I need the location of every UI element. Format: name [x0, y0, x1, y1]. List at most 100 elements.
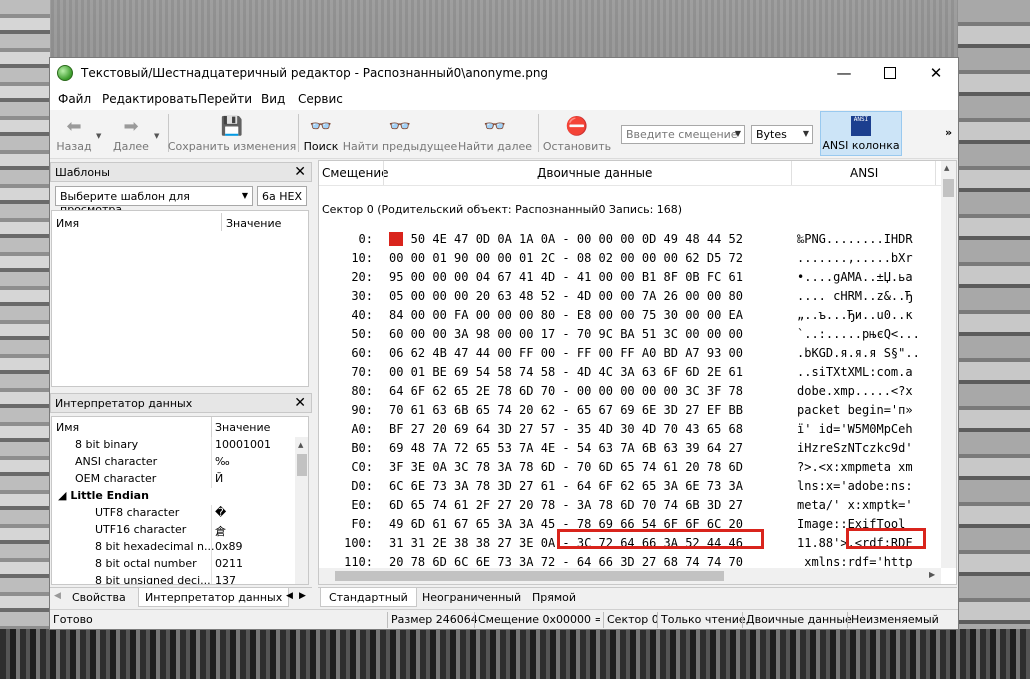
ansi-table-icon: ANSI [851, 116, 871, 136]
tab-scroll-left-icon[interactable]: ◀ [54, 591, 61, 601]
status-data-type: Двоичные данные [746, 613, 852, 626]
interpreter-row[interactable]: ANSI character ‰ [52, 454, 295, 471]
title-bar[interactable]: Текстовый/Шестнадцатеричный редактор - Р… [50, 58, 958, 88]
hex-vertical-scrollbar[interactable]: ▲ [941, 161, 956, 568]
view-mode-tabs: Стандартный Неограниченный Прямой [318, 587, 957, 608]
find-previous-button[interactable]: 👓 Найти предыдущее [343, 110, 457, 156]
status-bar: Готово Размер 246064 Смещение 0x00000 = … [50, 609, 958, 629]
collapse-icon[interactable]: ◢ [58, 489, 66, 502]
template-grid[interactable]: Имя Значение [51, 210, 309, 387]
left-panel-tabs: ◀ Свойства Интерпретатор данных ◀ ▶ [50, 587, 312, 608]
template-hex-field[interactable]: 6a HEX [257, 186, 307, 206]
save-changes-button[interactable]: 💾 Сохранить изменения [168, 110, 296, 156]
close-button[interactable]: ✕ [913, 58, 958, 88]
interpreter-row[interactable]: UTF16 character 倉 [52, 522, 295, 539]
tab-raw[interactable]: Прямой [524, 588, 584, 607]
scroll-up-icon[interactable]: ▲ [944, 164, 949, 172]
template-col-value: Значение [226, 217, 282, 230]
selected-byte[interactable]: 89 [389, 232, 404, 246]
scrollbar-thumb[interactable] [297, 454, 307, 476]
status-sector: Сектор 0 [607, 613, 659, 626]
interpreter-row[interactable]: 8 bit unsigned deci... 137 [52, 573, 295, 584]
background-tower [0, 0, 50, 679]
forward-dropdown-icon[interactable]: ▼ [154, 132, 159, 140]
sector-info: Сектор 0 (Родительский объект: Распознан… [322, 203, 683, 216]
status-ready: Готово [53, 613, 93, 626]
menu-go[interactable]: Перейти [198, 92, 252, 106]
offset-input[interactable]: Введите смещение ▼ [621, 125, 745, 144]
status-size: Размер 246064 [391, 613, 478, 626]
exiftool-bytes-highlight [557, 529, 764, 549]
templates-panel-header: Шаблоны ✕ [50, 162, 312, 182]
exiftool-text-highlight [846, 528, 926, 549]
toolbar-separator [298, 114, 299, 152]
scroll-up-icon[interactable]: ▲ [298, 441, 303, 449]
menu-edit[interactable]: Редактировать [102, 92, 198, 106]
interpreter-row[interactable]: 8 bit octal number 0211 [52, 556, 295, 573]
interpreter-row[interactable]: UTF8 character � [52, 505, 295, 522]
tab-scroll-right-icon[interactable]: ▶ [299, 591, 306, 601]
interpreter-col-name: Имя [56, 421, 80, 434]
tab-data-interpreter[interactable]: Интерпретатор данных [138, 588, 290, 607]
back-button[interactable]: ⬅ Назад [56, 110, 92, 156]
search-button[interactable]: 👓 Поиск [303, 110, 339, 156]
app-icon [57, 65, 73, 81]
maximize-icon [884, 67, 896, 79]
menu-tools[interactable]: Сервис [298, 92, 343, 106]
background-column [958, 0, 1030, 679]
tab-properties[interactable]: Свойства [66, 588, 132, 607]
stop-sign-icon: ⛔ [565, 116, 589, 137]
column-divider [211, 417, 212, 437]
interpreter-panel-header: Интерпретатор данных ✕ [50, 393, 312, 413]
interpreter-row[interactable]: 8 bit binary 10001001 [52, 437, 295, 454]
menu-file[interactable]: Файл [58, 92, 91, 106]
binoculars-down-icon: 👓 [483, 116, 507, 137]
status-read-only: Только чтение [661, 613, 746, 626]
column-divider [221, 213, 222, 231]
minimize-button[interactable]: — [821, 58, 867, 88]
interpreter-group-little-endian[interactable]: ◢ Little Endian [52, 488, 295, 505]
floppy-disk-icon: 💾 [220, 116, 244, 137]
unit-select[interactable]: Bytes ▼ [751, 125, 813, 144]
stop-button[interactable]: ⛔ Остановить [543, 110, 611, 156]
binoculars-up-icon: 👓 [388, 116, 412, 137]
find-next-button[interactable]: 👓 Найти далее [458, 110, 532, 156]
hex-editor-window: Текстовый/Шестнадцатеричный редактор - Р… [49, 57, 959, 630]
interpreter-row[interactable]: 8 bit hexadecimal n... 0x89 [52, 539, 295, 556]
ansi-column-button[interactable]: ANSI ANSI колонка [820, 111, 902, 156]
interpreter-col-value: Значение [215, 421, 271, 434]
column-binary[interactable]: Двоичные данные [537, 166, 652, 180]
column-offset[interactable]: Смещение [322, 166, 389, 180]
interpreter-scrollbar[interactable]: ▲ [295, 437, 308, 584]
tab-scroll-left-icon[interactable]: ◀ [286, 591, 293, 601]
tab-standard[interactable]: Стандартный [320, 588, 417, 607]
template-col-name: Имя [56, 217, 80, 230]
arrow-right-icon: ➡ [123, 116, 139, 137]
scrollbar-thumb[interactable] [943, 179, 954, 197]
toolbar: ⬅ Назад ▼ ➡ Далее ▼ 💾 Сохранить изменени… [50, 110, 958, 159]
tab-unlimited[interactable]: Неограниченный [414, 588, 529, 607]
column-ansi[interactable]: ANSI [850, 166, 878, 180]
hex-view[interactable]: Смещение Двоичные данные ANSI Сектор 0 (… [318, 160, 957, 585]
toolbar-separator [538, 114, 539, 152]
close-icon[interactable]: ✕ [294, 395, 306, 411]
scrollbar-thumb[interactable] [335, 571, 724, 581]
binoculars-icon: 👓 [309, 116, 333, 137]
back-dropdown-icon[interactable]: ▼ [96, 132, 101, 140]
menu-view[interactable]: Вид [261, 92, 285, 106]
template-select[interactable]: Выберите шаблон для просмотра ▼ [55, 186, 253, 216]
toolbar-overflow-button[interactable]: » [945, 126, 952, 139]
arrow-left-icon: ⬅ [66, 116, 82, 137]
scroll-right-icon[interactable]: ▶ [929, 570, 935, 579]
close-icon[interactable]: ✕ [294, 164, 306, 180]
interpreter-grid: Имя Значение 8 bit binary 10001001 ANSI … [51, 416, 309, 585]
hex-horizontal-scrollbar[interactable]: ▶ [319, 568, 941, 584]
chevron-down-icon: ▼ [241, 191, 248, 200]
hex-view-header: Смещение Двоичные данные ANSI [319, 161, 956, 186]
chevron-down-icon: ▼ [734, 129, 741, 138]
forward-button[interactable]: ➡ Далее [110, 110, 152, 156]
menu-bar: Файл Редактировать Перейти Вид Сервис [50, 88, 958, 110]
maximize-button[interactable] [867, 58, 913, 88]
interpreter-row[interactable]: OEM character Й [52, 471, 295, 488]
status-offset: Смещение 0x00000 = 0 [478, 613, 600, 626]
